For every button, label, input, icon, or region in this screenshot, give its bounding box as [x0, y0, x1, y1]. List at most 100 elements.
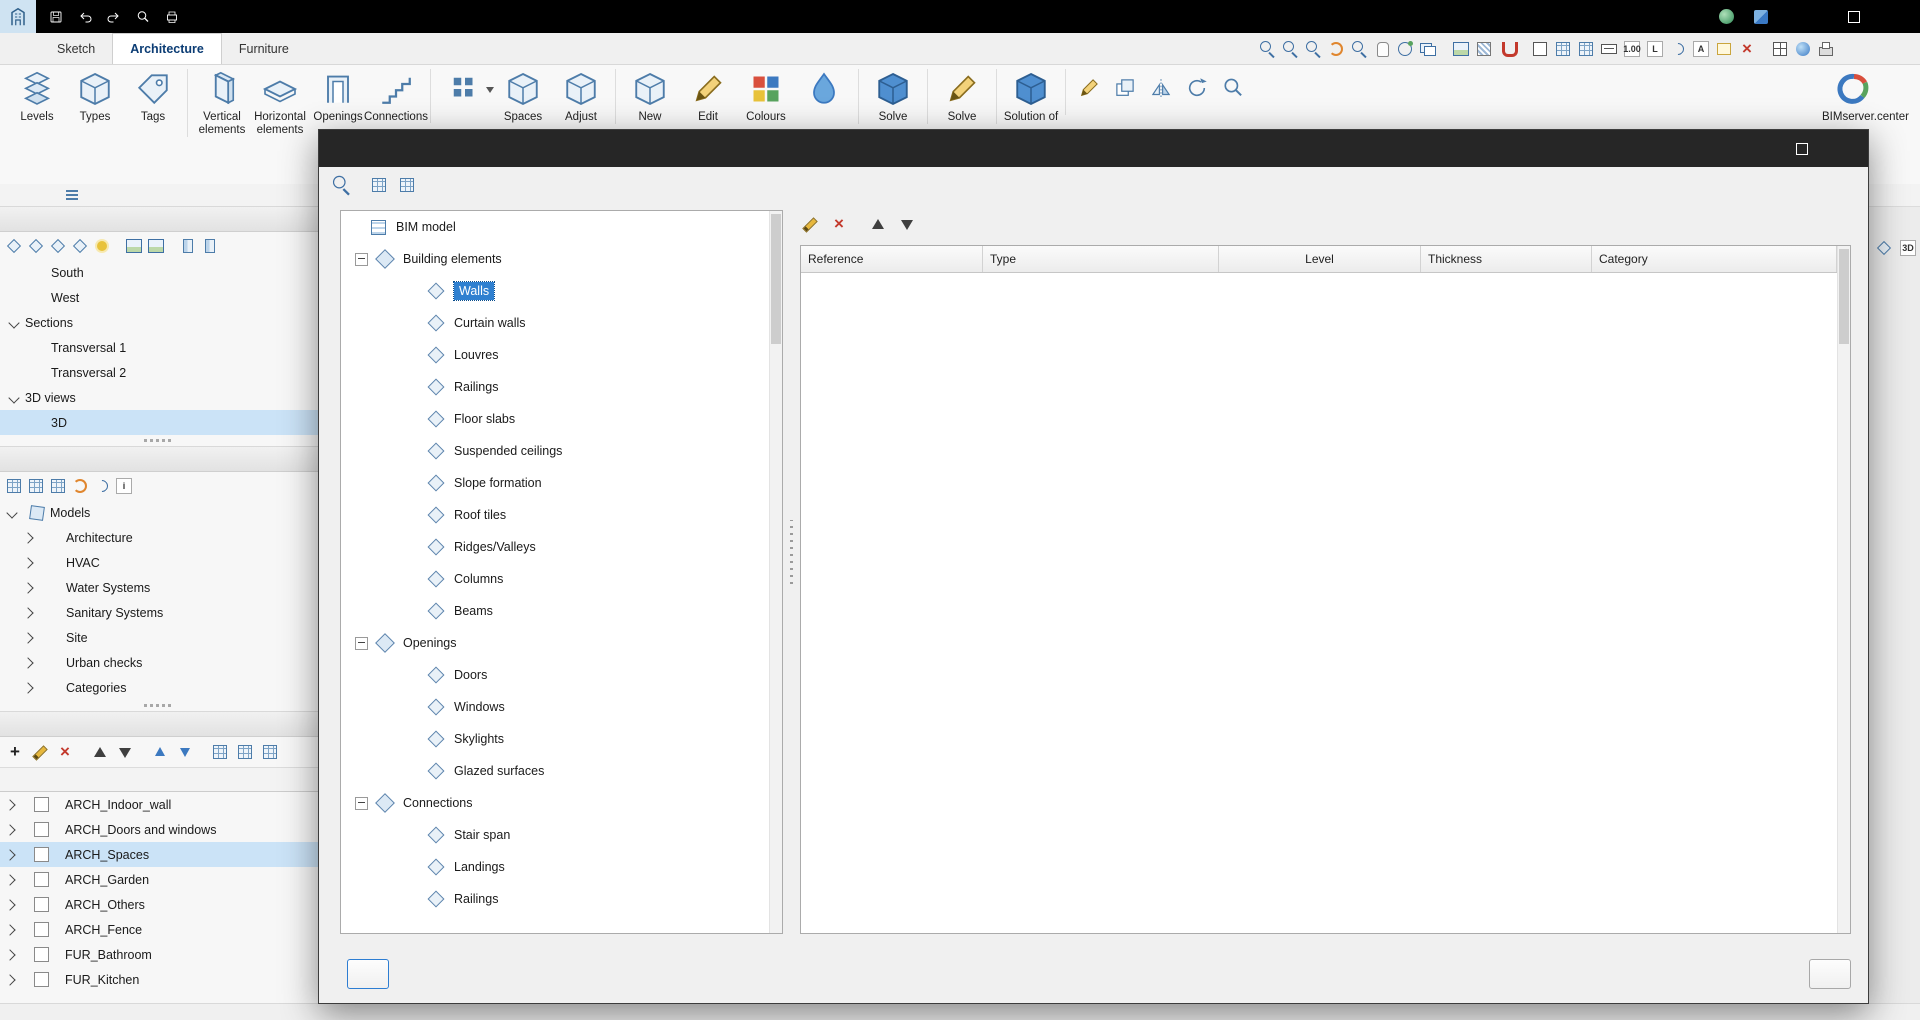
table-columns-icon[interactable] — [235, 742, 255, 762]
view-item[interactable]: West — [0, 285, 318, 310]
elements-read-item[interactable]: Architecture — [0, 525, 318, 550]
tab-furniture[interactable]: Furniture — [222, 33, 306, 64]
view-item[interactable]: South — [0, 260, 318, 285]
tree-node[interactable]: Ridges/Valleys — [341, 531, 782, 563]
tree-node[interactable]: Suspended ceilings — [341, 435, 782, 467]
zoom-window-icon[interactable] — [1349, 39, 1369, 59]
chevron-down-icon[interactable] — [486, 87, 494, 93]
tags-tool[interactable]: Tags — [124, 69, 182, 124]
rotate-tool-icon[interactable] — [1179, 69, 1215, 115]
tree-node[interactable]: Landings — [341, 851, 782, 883]
tree-node[interactable]: Beams — [341, 595, 782, 627]
splitter-handle[interactable] — [0, 435, 318, 446]
edit-icon[interactable] — [30, 742, 50, 762]
adjust-tool[interactable]: Adjust — [552, 69, 610, 124]
bimserver-center-link[interactable]: BIMserver.center — [1796, 69, 1912, 124]
search-icon[interactable] — [330, 174, 353, 197]
pointer-view-icon[interactable] — [1874, 238, 1894, 258]
chevron-icon[interactable] — [22, 556, 34, 569]
active-checkbox[interactable] — [34, 872, 49, 887]
zoom-extents-icon[interactable] — [1280, 39, 1300, 59]
close-button[interactable] — [1876, 0, 1920, 33]
expand-all-icon[interactable] — [369, 175, 389, 195]
tree-node[interactable]: Louvres — [341, 339, 782, 371]
panel-splitter[interactable] — [787, 520, 795, 584]
active-checkbox[interactable] — [34, 822, 49, 837]
view-item[interactable]: Sections — [0, 310, 318, 335]
chevron-icon[interactable] — [22, 681, 34, 694]
capture-icon[interactable] — [124, 236, 144, 256]
colours-tool[interactable]: Colours — [737, 69, 795, 124]
view-previous-icon[interactable] — [1257, 39, 1277, 59]
own-element-row[interactable]: FUR_Kitchen — [0, 967, 318, 992]
library2-icon[interactable] — [200, 236, 220, 256]
move-up-icon[interactable] — [90, 742, 110, 762]
capture-settings-icon[interactable] — [146, 236, 166, 256]
collapse-all-icon[interactable] — [397, 175, 417, 195]
grid-icon[interactable] — [1553, 39, 1573, 59]
ortho-icon[interactable]: L — [1645, 39, 1665, 59]
elements-read-item[interactable]: Water Systems — [0, 575, 318, 600]
elements-read-item[interactable]: Urban checks — [0, 650, 318, 675]
tree-scrollbar[interactable] — [769, 211, 782, 933]
orbit-icon[interactable] — [1395, 39, 1415, 59]
collapse-box-icon[interactable] — [355, 636, 368, 650]
export-image-icon[interactable] — [1451, 39, 1471, 59]
snap-grid-icon[interactable] — [1576, 39, 1596, 59]
raise-icon[interactable] — [150, 742, 170, 762]
own-element-row[interactable]: ARCH_Indoor_wall — [0, 792, 318, 817]
undo-button[interactable] — [71, 4, 98, 29]
dialog-close-button[interactable] — [1824, 130, 1868, 167]
scale-icon[interactable]: 1.00 — [1622, 39, 1642, 59]
tree-node[interactable]: Curtain walls — [341, 307, 782, 339]
active-checkbox[interactable] — [34, 972, 49, 987]
collapse-box-icon[interactable] — [355, 252, 368, 266]
view-item[interactable]: Transversal 2 — [0, 360, 318, 385]
tree-node[interactable]: Columns — [341, 563, 782, 595]
solve-tool[interactable]: Solve — [858, 69, 922, 124]
column-header[interactable]: Reference — [801, 246, 983, 272]
group-menu-icon[interactable] — [62, 185, 82, 205]
scrollbar-thumb[interactable] — [771, 214, 781, 344]
paint-tool[interactable] — [795, 69, 853, 123]
view-item[interactable]: 3D views — [0, 385, 318, 410]
elements-read-item[interactable]: Sanitary Systems — [0, 600, 318, 625]
chevron-icon[interactable] — [22, 606, 34, 619]
zoom-tool-icon[interactable] — [1215, 69, 1251, 115]
own-element-row[interactable]: ARCH_Others — [0, 892, 318, 917]
active-checkbox[interactable] — [34, 947, 49, 962]
collapse-box-icon[interactable] — [355, 796, 368, 810]
maximize-button[interactable] — [1832, 0, 1876, 33]
table-expand-icon[interactable] — [260, 742, 280, 762]
lower-icon[interactable] — [175, 742, 195, 762]
active-checkbox[interactable] — [34, 897, 49, 912]
tree-node[interactable]: Floor slabs — [341, 403, 782, 435]
copy-tool-icon[interactable] — [1107, 69, 1143, 115]
hatch-icon[interactable] — [1474, 39, 1494, 59]
tree-node[interactable]: Stair span — [341, 819, 782, 851]
tree-node[interactable]: Windows — [341, 691, 782, 723]
search-button[interactable] — [129, 4, 156, 29]
redo-button[interactable] — [100, 4, 127, 29]
active-checkbox[interactable] — [34, 797, 49, 812]
view-front-icon[interactable] — [4, 236, 24, 256]
print-view-icon[interactable] — [1816, 39, 1836, 59]
levels-tool[interactable]: Levels — [8, 69, 66, 124]
chevron-icon[interactable] — [22, 656, 34, 669]
openings-tool[interactable]: Openings — [309, 69, 367, 124]
own-element-row[interactable]: ARCH_Garden — [0, 867, 318, 892]
add-icon[interactable]: + — [5, 742, 25, 762]
layout-icon[interactable] — [1770, 39, 1790, 59]
draw-edit-icon[interactable] — [1065, 69, 1107, 115]
own-element-row[interactable]: ARCH_Doors and windows — [0, 817, 318, 842]
solve-edit-tool[interactable]: Solve — [927, 69, 991, 124]
column-header[interactable]: Thickness — [1421, 246, 1592, 272]
accept-button[interactable] — [347, 959, 389, 989]
active-checkbox[interactable] — [34, 847, 49, 862]
tree-node[interactable]: Skylights — [341, 723, 782, 755]
update-icon[interactable] — [70, 476, 90, 496]
display-options-tool[interactable] — [430, 69, 494, 123]
delete-tool-icon[interactable]: × — [1737, 39, 1757, 59]
save-button[interactable] — [42, 4, 69, 29]
solution-tool[interactable]: Solution of — [996, 69, 1060, 124]
